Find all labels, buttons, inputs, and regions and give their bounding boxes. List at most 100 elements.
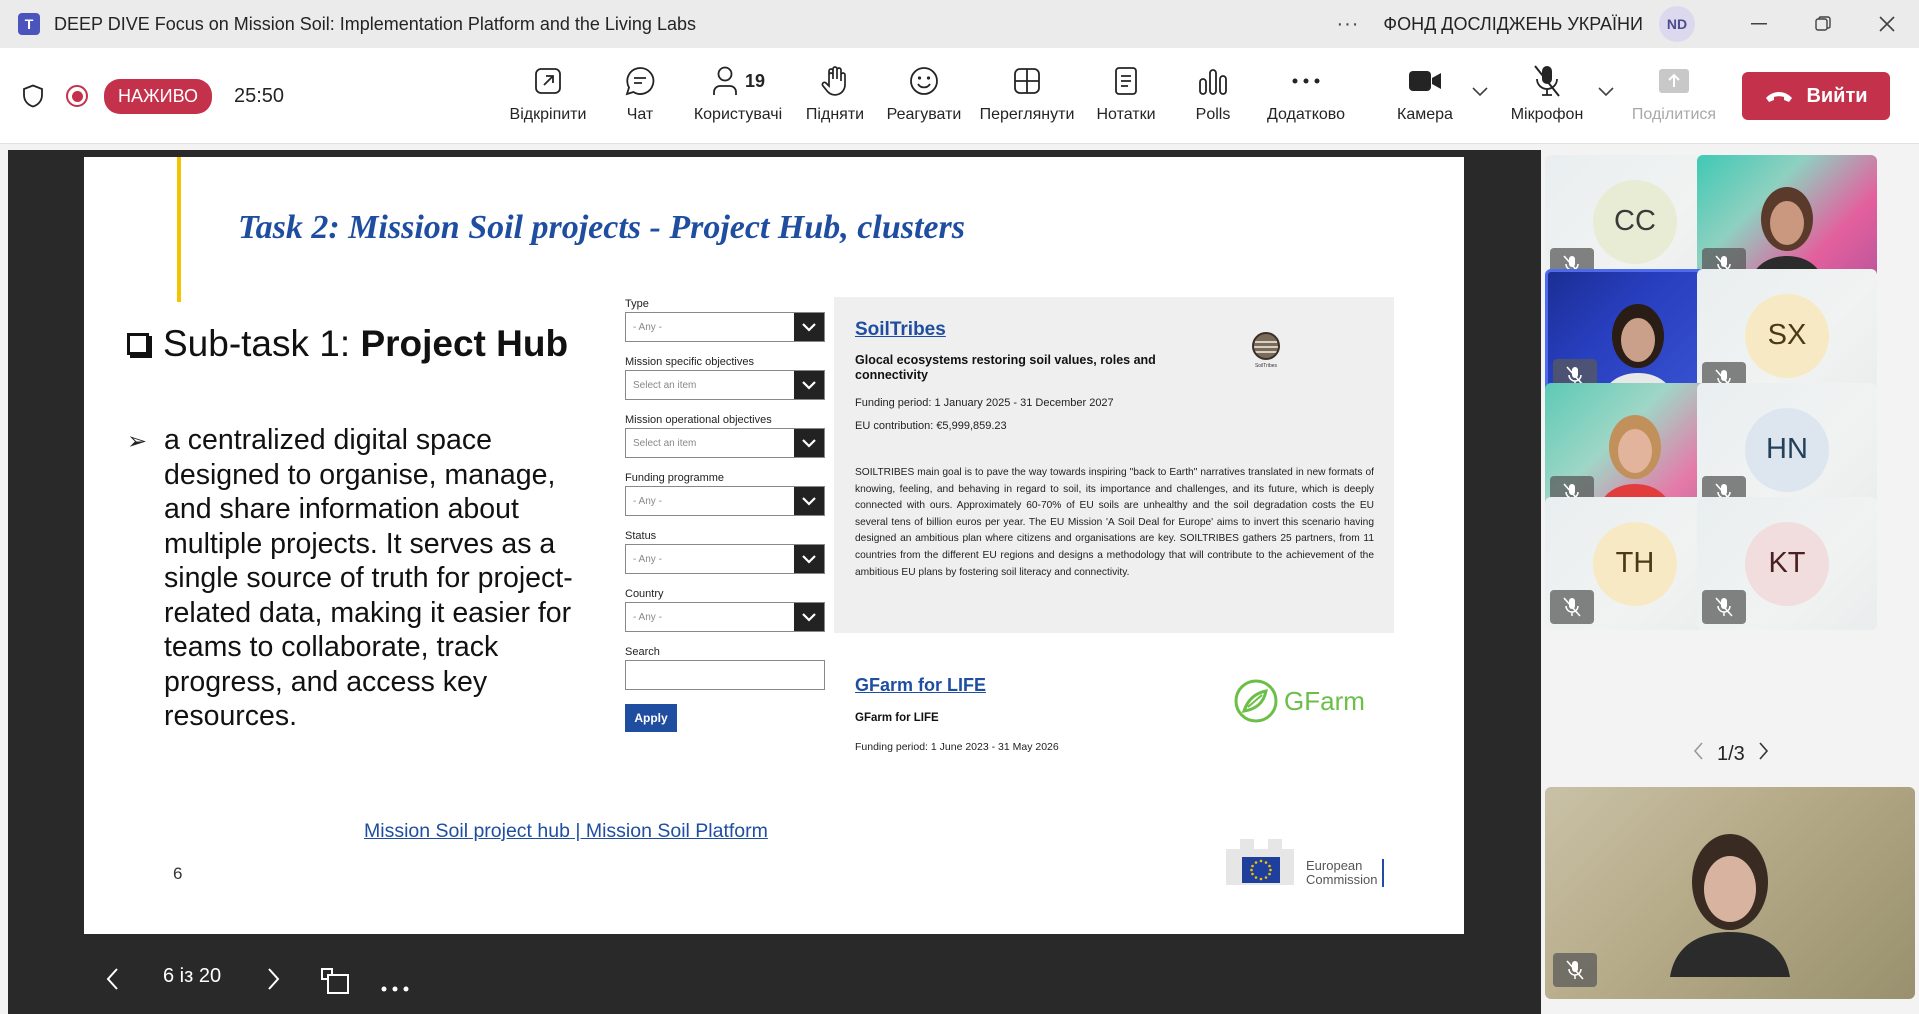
notes-label: Нотатки	[1096, 106, 1156, 123]
camera-button[interactable]: Камера	[1375, 62, 1475, 124]
popout-button[interactable]: Відкріпити	[498, 62, 598, 124]
raise-hand-icon	[821, 66, 846, 96]
ec-logo-line: European	[1306, 858, 1363, 873]
share-button[interactable]: Поділитися	[1624, 62, 1724, 124]
restore-button[interactable]	[1791, 0, 1855, 48]
filter-dropdown[interactable]: Select an item	[625, 428, 825, 458]
microphone-muted-icon	[1566, 960, 1584, 980]
microphone-muted-icon	[1563, 597, 1581, 617]
filter-dropdown[interactable]: - Any -	[625, 486, 825, 516]
filter-value: - Any -	[633, 553, 662, 565]
pager-next-button[interactable]	[1759, 742, 1769, 766]
react-button[interactable]: Реагувати	[874, 62, 974, 124]
soiltribes-logo: SoilTribes	[1249, 331, 1283, 381]
chevron-down-icon	[794, 603, 824, 631]
minimize-button[interactable]	[1727, 0, 1791, 48]
search-input[interactable]	[625, 660, 825, 690]
pager-previous-button[interactable]	[1693, 742, 1703, 766]
phone-hangup-icon	[1766, 92, 1793, 102]
next-slide-button[interactable]	[267, 967, 281, 997]
filter-dropdown[interactable]: Select an item	[625, 370, 825, 400]
bullet-text: a centralized digital space designed to …	[164, 424, 573, 732]
popout-label: Відкріпити	[509, 106, 587, 123]
gfarm-logo: GFarm	[1232, 677, 1365, 725]
leave-button[interactable]: Вийти	[1742, 72, 1890, 120]
polls-button[interactable]: Polls	[1163, 62, 1263, 124]
slide-more-button[interactable]	[380, 976, 410, 999]
pager-text: 1/3	[1717, 742, 1745, 765]
participant-avatar: HN	[1745, 407, 1829, 492]
raise-hand-button[interactable]: Підняти	[785, 62, 885, 124]
teams-logo-icon: T	[18, 13, 40, 35]
leave-label: Вийти	[1806, 84, 1868, 107]
filter-dropdown[interactable]: - Any -	[625, 602, 825, 632]
filter-dropdown[interactable]: - Any -	[625, 544, 825, 574]
muted-indicator	[1702, 590, 1746, 624]
organization-name: ФОНД ДОСЛІДЖЕНЬ УКРАЇНИ	[1383, 13, 1643, 34]
smile-icon	[910, 67, 938, 95]
project-card-gfarm: GFarm for LIFE GFarm for LIFE Funding pe…	[834, 657, 1394, 767]
window-title: DEEP DIVE Focus on Mission Soil: Impleme…	[54, 13, 696, 34]
chevron-right-icon	[1759, 742, 1768, 760]
live-badge: НАЖИВО	[104, 78, 212, 114]
microphone-label: Мікрофон	[1510, 106, 1584, 123]
camera-options-chevron-icon[interactable]	[1472, 84, 1488, 100]
project-title-link[interactable]: GFarm for LIFE	[855, 675, 986, 696]
shield-icon[interactable]	[22, 84, 44, 108]
share-icon	[1659, 69, 1689, 93]
microphone-options-chevron-icon[interactable]	[1598, 84, 1614, 100]
close-button[interactable]	[1855, 0, 1919, 48]
subtask-prefix: Sub-task 1:	[163, 323, 361, 364]
apply-button[interactable]: Apply	[625, 704, 677, 732]
more-label: Додатково	[1266, 106, 1346, 123]
notes-button[interactable]: Нотатки	[1076, 62, 1176, 124]
react-label: Реагувати	[886, 106, 962, 123]
filter-value: - Any -	[633, 321, 662, 333]
filter-value: Select an item	[633, 379, 697, 391]
soiltribes-logo-text: SoilTribes	[1254, 363, 1278, 369]
ec-logo-line: Commission	[1306, 872, 1378, 887]
participant-avatar: KT	[1745, 521, 1829, 606]
filter-label: Type	[625, 298, 649, 310]
popout-icon	[535, 68, 561, 94]
filter-dropdown[interactable]: - Any -	[625, 312, 825, 342]
filter-label: Search	[625, 646, 660, 658]
self-video-tile[interactable]	[1545, 787, 1915, 999]
filter-label: Funding programme	[625, 472, 725, 484]
polls-icon	[1199, 69, 1227, 95]
minimize-icon	[1751, 23, 1767, 25]
muted-indicator	[1550, 590, 1594, 624]
chat-icon	[625, 67, 655, 96]
person-silhouette	[1670, 834, 1790, 977]
people-label: Користувачі	[693, 106, 783, 123]
funding-period: Funding period: 1 June 2023 - 31 May 202…	[855, 741, 1059, 753]
european-commission-logo: European Commission	[1224, 837, 1384, 887]
participant-tile[interactable]: KT	[1697, 497, 1877, 630]
subtask-heading: Sub-task 1: Project Hub	[127, 323, 568, 365]
more-button[interactable]: Додатково	[1256, 62, 1356, 124]
project-title-link[interactable]: SoilTribes	[855, 319, 946, 341]
chevron-down-icon	[794, 313, 824, 341]
filter-value: Select an item	[633, 437, 697, 449]
subtask-name: Project Hub	[360, 323, 569, 364]
chevron-down-icon	[794, 371, 824, 399]
previous-slide-button[interactable]	[105, 967, 119, 997]
participants-panel: CC SX HN TH KT 1/3	[1541, 150, 1919, 1014]
project-hub-link[interactable]: Mission Soil project hub | Mission Soil …	[364, 820, 768, 843]
microphone-button[interactable]: Мікрофон	[1497, 62, 1597, 124]
presentation-slide: Task 2: Mission Soil projects - Project …	[84, 157, 1464, 934]
ec-logo-text: European Commission	[1306, 859, 1384, 887]
slide-grid-button[interactable]	[320, 967, 350, 1001]
chat-button[interactable]: Чат	[590, 62, 690, 124]
user-avatar[interactable]: ND	[1659, 6, 1695, 42]
view-button[interactable]: Переглянути	[977, 62, 1077, 124]
more-options-icon[interactable]: ···	[1336, 13, 1359, 36]
filter-label: Country	[625, 588, 664, 600]
slide-navigation-bar: 6 із 20	[8, 945, 1541, 1014]
polls-label: Polls	[1195, 106, 1231, 123]
people-button[interactable]: 19 Користувачі	[688, 62, 788, 124]
chat-label: Чат	[626, 106, 654, 123]
project-subtitle: Glocal ecosystems restoring soil values,…	[855, 353, 1156, 382]
more-icon	[1292, 78, 1320, 84]
slide-page-number: 6	[173, 864, 183, 883]
